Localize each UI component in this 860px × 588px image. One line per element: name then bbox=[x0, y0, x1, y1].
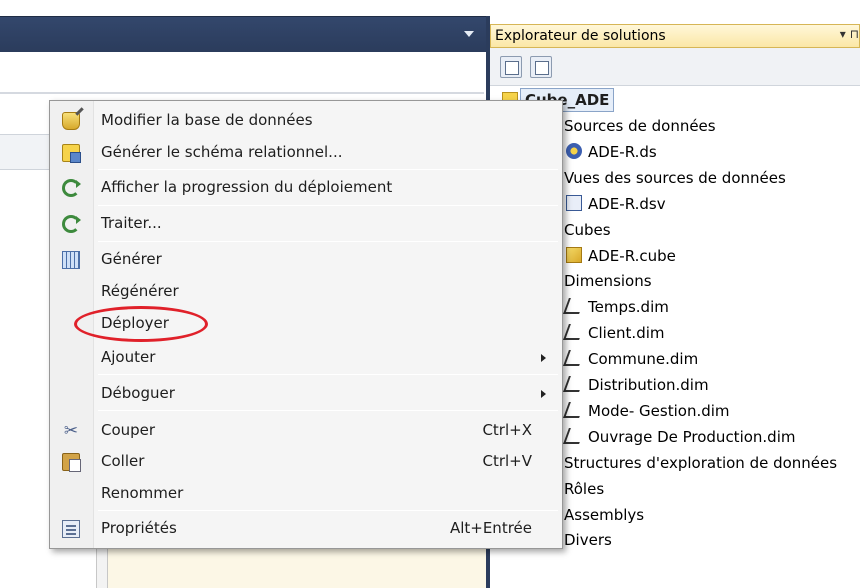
menu-item-afficher-la-progression-du-deploiement[interactable]: Afficher la progression du déploiement bbox=[50, 173, 562, 203]
menu-item-coller[interactable]: Coller Ctrl+V bbox=[50, 447, 562, 477]
menu-item-regenerer[interactable]: Régénérer bbox=[50, 277, 562, 307]
tree-item[interactable]: Temps.dim bbox=[563, 295, 669, 319]
cut-icon: ✂ bbox=[63, 421, 79, 441]
tree-item-label: Dimensions bbox=[564, 272, 652, 291]
menu-item-label: Générer le schéma relationnel... bbox=[101, 143, 343, 161]
menu-item-shortcut: Ctrl+V bbox=[482, 452, 532, 470]
data-source-view-icon bbox=[566, 194, 582, 211]
solution-explorer-header: Explorateur de solutions ▾ ⊓ bbox=[490, 24, 860, 48]
menu-separator bbox=[98, 241, 558, 242]
tree-item[interactable]: ADE-R.dsv bbox=[566, 192, 666, 216]
menu-item-label: Afficher la progression du déploiement bbox=[101, 178, 393, 196]
build-icon bbox=[62, 251, 80, 269]
tree-item-label: Rôles bbox=[564, 479, 605, 498]
solution-explorer-title: Explorateur de solutions bbox=[495, 28, 666, 44]
properties-toolbar-icon[interactable] bbox=[530, 56, 552, 78]
window-dropdown-icon[interactable] bbox=[464, 31, 474, 37]
tree-item[interactable]: ADE-R.ds bbox=[566, 140, 657, 164]
tree-item-label: Sources de données bbox=[564, 117, 716, 135]
tree-item-label: Distribution.dim bbox=[588, 376, 709, 394]
process-icon bbox=[62, 215, 81, 233]
submenu-arrow-icon bbox=[541, 354, 546, 362]
tree-item-label: Assemblys bbox=[564, 505, 645, 524]
menu-item-traiter[interactable]: Traiter... bbox=[50, 209, 562, 239]
tree-item-label: Commune.dim bbox=[588, 350, 699, 369]
paste-icon bbox=[62, 453, 81, 472]
tree-item[interactable]: Divers bbox=[564, 528, 612, 552]
menu-item-label: Modifier la base de données bbox=[101, 111, 313, 129]
tree-item[interactable]: Ouvrage De Production.dim bbox=[563, 425, 796, 449]
menu-item-label: Ajouter bbox=[101, 348, 156, 366]
menu-item-label: Coller bbox=[101, 452, 145, 470]
tree-item-label: Ouvrage De Production.dim bbox=[588, 427, 796, 446]
tree-item-label: Cubes bbox=[564, 220, 611, 239]
tree-item[interactable]: Sources de données bbox=[564, 114, 716, 138]
tree-item[interactable]: Structures d'exploration de données bbox=[564, 451, 837, 475]
dimension-icon bbox=[563, 298, 585, 315]
tree-item-label: ADE-R.dsv bbox=[588, 194, 666, 213]
tree-item[interactable]: Mode- Gestion.dim bbox=[563, 399, 730, 423]
menu-item-generer-le-schema-relationnel[interactable]: Générer le schéma relationnel... bbox=[50, 138, 562, 168]
menu-separator bbox=[98, 410, 558, 411]
menu-item-label: Propriétés bbox=[101, 519, 177, 537]
highlight-annotation bbox=[74, 306, 208, 342]
cube-icon bbox=[566, 246, 582, 263]
tree-item[interactable]: Commune.dim bbox=[563, 347, 699, 371]
deployment-progress-icon bbox=[62, 179, 81, 197]
menu-item-generer[interactable]: Générer bbox=[50, 245, 562, 275]
document-titlebar bbox=[0, 16, 486, 52]
tree-item[interactable]: Cubes bbox=[564, 218, 611, 242]
dimension-icon bbox=[563, 427, 585, 444]
menu-item-renommer[interactable]: Renommer bbox=[50, 479, 562, 509]
pin-icon[interactable]: ▾ ⊓ bbox=[840, 27, 859, 41]
tree-item[interactable]: Client.dim bbox=[563, 321, 665, 345]
tree-item-label: Temps.dim bbox=[588, 298, 669, 317]
dimension-icon bbox=[563, 350, 585, 367]
menu-item-label: Déboguer bbox=[101, 384, 175, 402]
menu-item-proprietes[interactable]: Propriétés Alt+Entrée bbox=[50, 514, 562, 544]
properties-icon bbox=[62, 520, 80, 538]
menu-item-label: Couper bbox=[101, 421, 156, 439]
tree-item-label: Divers bbox=[564, 531, 612, 550]
data-source-icon bbox=[566, 142, 582, 159]
menu-item-couper[interactable]: ✂ Couper Ctrl+X bbox=[50, 416, 562, 446]
tree-item[interactable]: ADE-R.cube bbox=[566, 244, 676, 268]
menu-item-shortcut: Ctrl+X bbox=[482, 421, 532, 439]
menu-item-shortcut: Alt+Entrée bbox=[449, 519, 532, 537]
tree-item-label: Client.dim bbox=[588, 324, 665, 343]
menu-separator bbox=[98, 205, 558, 206]
edit-database-icon bbox=[62, 112, 80, 130]
tree-item-label: Vues des sources de données bbox=[564, 168, 786, 187]
tree-item[interactable]: Rôles bbox=[564, 477, 604, 501]
menu-separator bbox=[98, 374, 558, 375]
solution-explorer-toolbar bbox=[490, 48, 860, 86]
show-all-files-icon[interactable] bbox=[500, 56, 522, 78]
tree-item-label: ADE-R.cube bbox=[588, 246, 676, 265]
menu-separator bbox=[98, 510, 558, 511]
tree-item[interactable]: Assemblys bbox=[564, 503, 644, 527]
menu-item-label: Traiter... bbox=[101, 214, 162, 232]
menu-item-label: Renommer bbox=[101, 484, 184, 502]
tree-item[interactable]: Distribution.dim bbox=[563, 373, 709, 397]
dimension-icon bbox=[563, 324, 585, 341]
menu-item-deboguer[interactable]: Déboguer bbox=[50, 379, 562, 409]
tree-item[interactable]: Dimensions bbox=[564, 269, 652, 293]
tree-item-label: ADE-R.ds bbox=[588, 142, 657, 161]
menu-separator bbox=[98, 169, 558, 170]
tree-item-label: Mode- Gestion.dim bbox=[588, 401, 730, 420]
menu-item-ajouter[interactable]: Ajouter bbox=[50, 343, 562, 373]
generate-schema-icon bbox=[62, 144, 81, 163]
tree-item[interactable]: Vues des sources de données bbox=[564, 166, 786, 190]
menu-item-label: Générer bbox=[101, 250, 162, 268]
tree-item-label: Structures d'exploration de données bbox=[564, 453, 838, 472]
dimension-icon bbox=[563, 401, 585, 418]
dimension-icon bbox=[563, 376, 585, 392]
document-divider bbox=[0, 92, 484, 94]
menu-item-label: Régénérer bbox=[101, 282, 179, 300]
submenu-arrow-icon bbox=[541, 390, 546, 398]
menu-item-modifier-la-base-de-donnees[interactable]: Modifier la base de données bbox=[50, 106, 562, 136]
